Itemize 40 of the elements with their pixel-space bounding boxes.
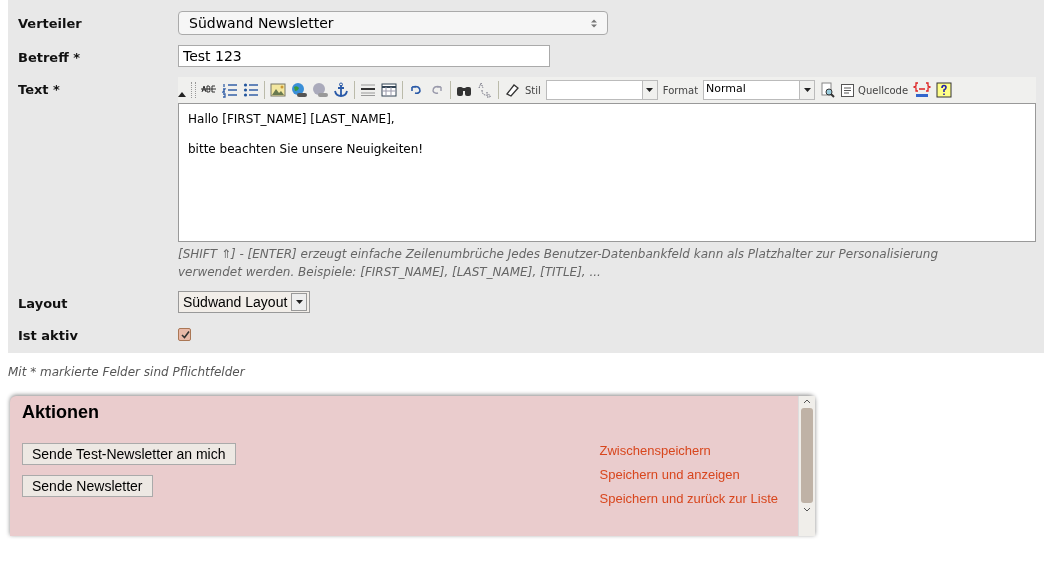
caret-icon <box>295 300 303 304</box>
select-field[interactable]: Südwand Newsletter <box>178 11 608 35</box>
field-label: Ist aktiv <box>17 327 79 343</box>
eraser-icon[interactable] <box>504 82 520 98</box>
footnote: Mit * markierte Felder sind Pflichtfelder <box>7 363 247 381</box>
numbered-list-icon[interactable] <box>222 82 238 98</box>
checkbox[interactable] <box>178 328 191 341</box>
preview-icon[interactable] <box>820 82 837 98</box>
code-braces-icon[interactable] <box>913 82 932 98</box>
caret-icon <box>646 88 654 92</box>
layout-dropdown[interactable]: Südwand Layout <box>178 291 311 313</box>
input-field[interactable]: Test 123 <box>178 45 550 67</box>
globe-link-icon[interactable] <box>291 82 307 98</box>
action-button[interactable]: Sende Test-Newsletter an mich <box>22 442 236 465</box>
scroll-down-icon[interactable] <box>803 506 811 512</box>
help-icon[interactable] <box>936 82 953 98</box>
editor-paragraph: bitte beachten Sie unsere Neuigkeiten! <box>188 142 425 156</box>
image-icon[interactable] <box>270 82 286 98</box>
scroll-up-icon[interactable] <box>803 398 811 404</box>
source-code-button[interactable]: Quellcode <box>841 83 909 97</box>
panel-title: Aktionen <box>22 401 100 423</box>
field-label: Text * <box>17 81 61 97</box>
scrollbar[interactable] <box>798 395 815 536</box>
format-label: Format <box>662 84 699 96</box>
anchor-icon[interactable] <box>333 82 349 98</box>
editor-paragraph: Hallo [FIRST_NAME] [LAST_NAME], <box>188 112 396 126</box>
field-label: Verteiler <box>17 15 83 31</box>
document-icon <box>841 83 855 97</box>
field-label: Layout <box>17 295 69 311</box>
caret-icon <box>803 88 811 92</box>
horizontal-rule-icon[interactable] <box>360 82 376 98</box>
hint-text: [SHIFT ⇑] - [ENTER] erzeugt einfache Zeilenumbrüche Jedes Benutzer-Datenbankfeld kann als Platzhalter zur Personalisierung verwendet werden. Beispiele: [FIRST_NAME], [LAST_NAME], [TITLE], ... <box>178 246 940 281</box>
bullet-list-icon[interactable] <box>243 82 259 98</box>
format-dropdown[interactable]: Normal <box>703 80 816 100</box>
editor-area[interactable]: Hallo [FIRST_NAME] [LAST_NAME], bitte beachten Sie unsere Neuigkeiten! <box>178 103 1036 242</box>
action-button[interactable]: Sende Newsletter <box>22 474 153 497</box>
updown-icon <box>591 18 597 28</box>
table-icon[interactable] <box>381 82 397 98</box>
style-label: Stil <box>525 84 541 96</box>
field-label: Betreff * <box>17 49 82 65</box>
